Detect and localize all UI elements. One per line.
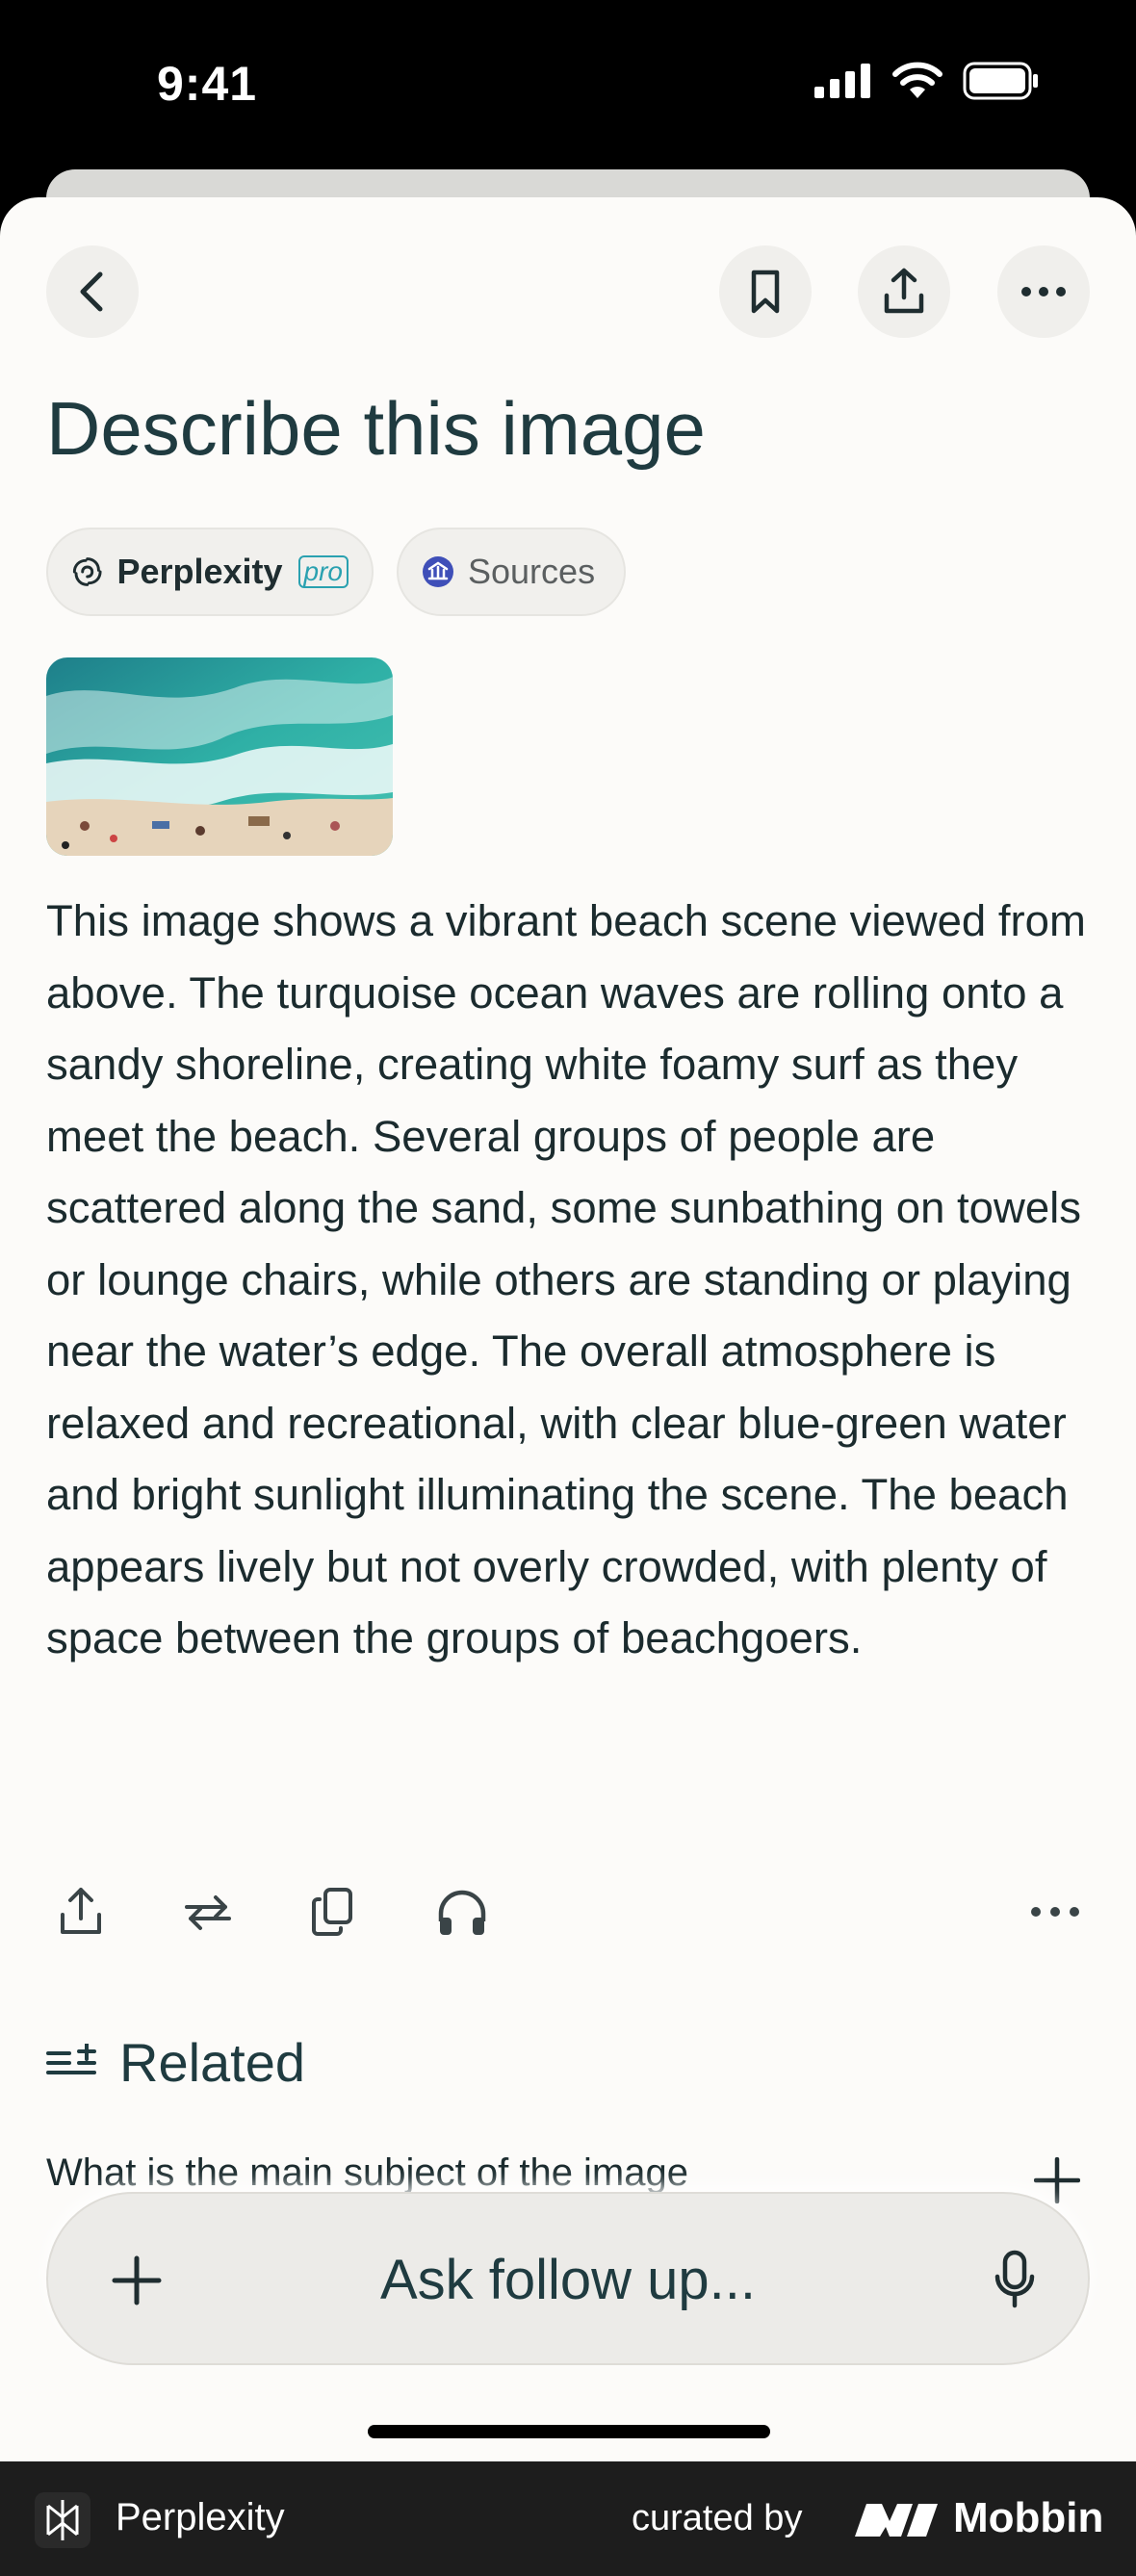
follow-up-placeholder: Ask follow up...	[379, 2249, 757, 2311]
copy-icon	[312, 1888, 352, 1936]
wifi-icon	[892, 62, 942, 98]
sources-label: Sources	[468, 552, 596, 591]
share-button[interactable]	[858, 245, 950, 338]
status-bar: 9:41	[0, 0, 1136, 173]
model-chip[interactable]: Perplexity pro	[46, 528, 374, 616]
source-favicon-icon	[423, 556, 453, 587]
battery-icon	[963, 62, 1038, 100]
model-label: Perplexity	[116, 552, 283, 591]
voice-button[interactable]	[994, 2250, 1036, 2314]
sources-chip[interactable]: Sources	[397, 528, 626, 616]
bookmark-button[interactable]	[719, 245, 812, 338]
more-button[interactable]	[997, 245, 1090, 338]
more-icon	[1031, 1907, 1079, 1917]
page-title: Describe this image	[46, 386, 706, 471]
perplexity-app-icon	[35, 2492, 90, 2553]
bookmark-icon	[751, 270, 780, 314]
footer-curated-by: curated by	[632, 2498, 803, 2538]
signal-icon	[814, 64, 870, 98]
back-button[interactable]	[46, 245, 139, 338]
answer-more-button[interactable]	[1020, 1877, 1090, 1946]
perplexity-logo-icon	[72, 557, 102, 586]
mobbin-footer: Perplexity curated by Mobbin	[0, 2461, 1136, 2576]
share-icon	[61, 1888, 101, 1934]
attached-image-thumbnail[interactable]	[46, 657, 393, 856]
more-icon	[1021, 287, 1066, 296]
answer-actions	[0, 1877, 1136, 1954]
status-icons	[814, 62, 1040, 100]
rewrite-icon	[185, 1895, 231, 1930]
beach-image	[46, 657, 393, 856]
plus-icon	[1033, 2156, 1081, 2204]
home-indicator	[368, 2425, 770, 2438]
follow-up-composer[interactable]: Ask follow up...	[46, 2192, 1090, 2365]
rewrite-button[interactable]	[173, 1877, 243, 1946]
chevron-left-icon	[80, 271, 103, 312]
headphones-icon	[438, 1890, 486, 1935]
answer-text: This image shows a vibrant beach scene v…	[46, 896, 1086, 1662]
footer-app-name: Perplexity	[116, 2496, 285, 2538]
pro-badge: pro	[297, 555, 349, 588]
status-time: 9:41	[157, 57, 258, 111]
footer-mobbin: Mobbin	[953, 2494, 1104, 2541]
mobbin-logo-icon	[853, 2500, 940, 2543]
related-list-icon	[46, 2043, 96, 2074]
share-icon	[884, 268, 924, 314]
thread-sheet: Describe this image Perplexity pro Sourc…	[0, 197, 1136, 2461]
related-heading: Related	[119, 2032, 306, 2093]
related-header: Related	[46, 2031, 305, 2094]
related-item[interactable]: What is the main subject of the image	[46, 2151, 688, 2195]
copy-button[interactable]	[298, 1877, 368, 1946]
share-answer-button[interactable]	[46, 1877, 116, 1946]
listen-button[interactable]	[427, 1877, 497, 1946]
microphone-icon	[994, 2250, 1035, 2308]
